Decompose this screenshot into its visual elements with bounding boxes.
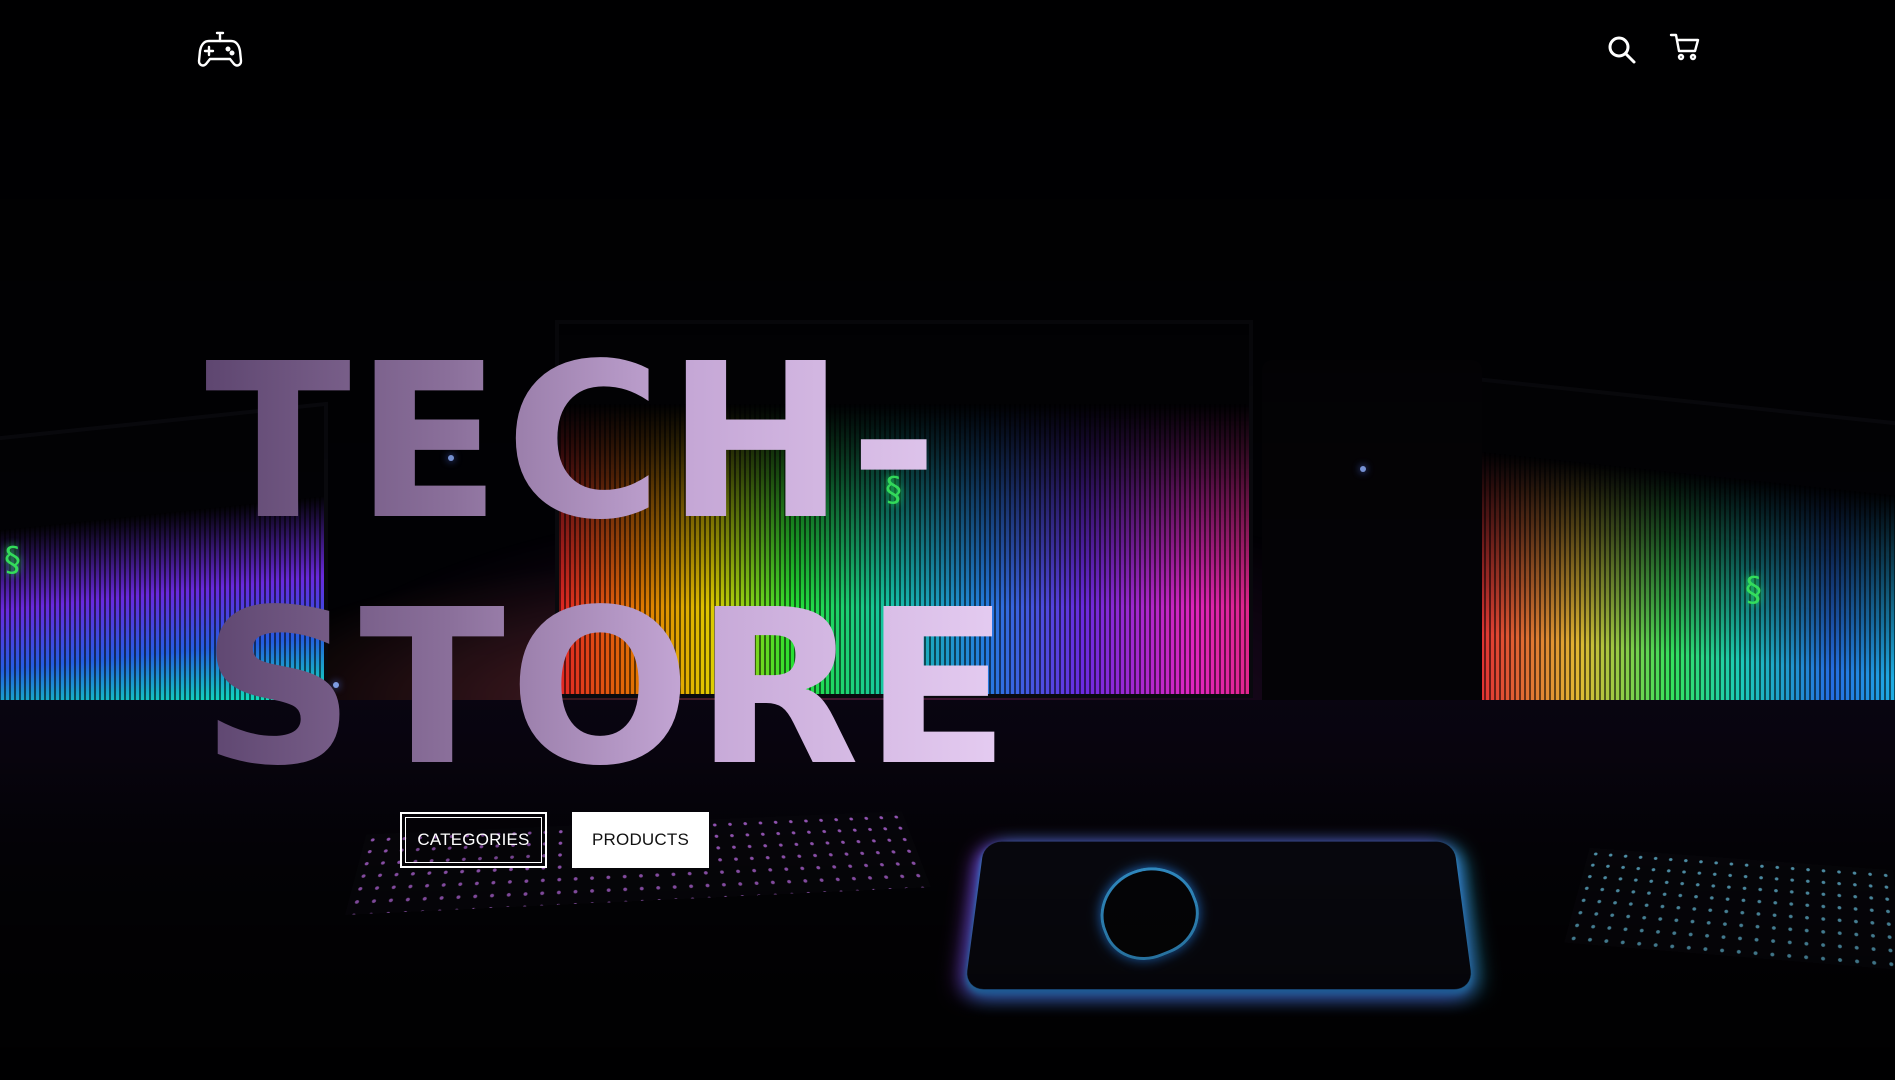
products-button[interactable]: PRODUCTS	[572, 812, 709, 868]
categories-button[interactable]: CATEGORIES	[400, 812, 547, 868]
hero-title: TECH- STORE	[205, 320, 1014, 812]
search-icon[interactable]	[1606, 34, 1638, 66]
hero-title-line-1: TECH-	[205, 318, 943, 567]
gamepad-icon[interactable]	[196, 28, 244, 72]
hero-title-line-2: STORE	[201, 564, 1014, 813]
page: § § § TECH- STORE	[0, 0, 1895, 1080]
cart-icon[interactable]	[1668, 30, 1702, 64]
